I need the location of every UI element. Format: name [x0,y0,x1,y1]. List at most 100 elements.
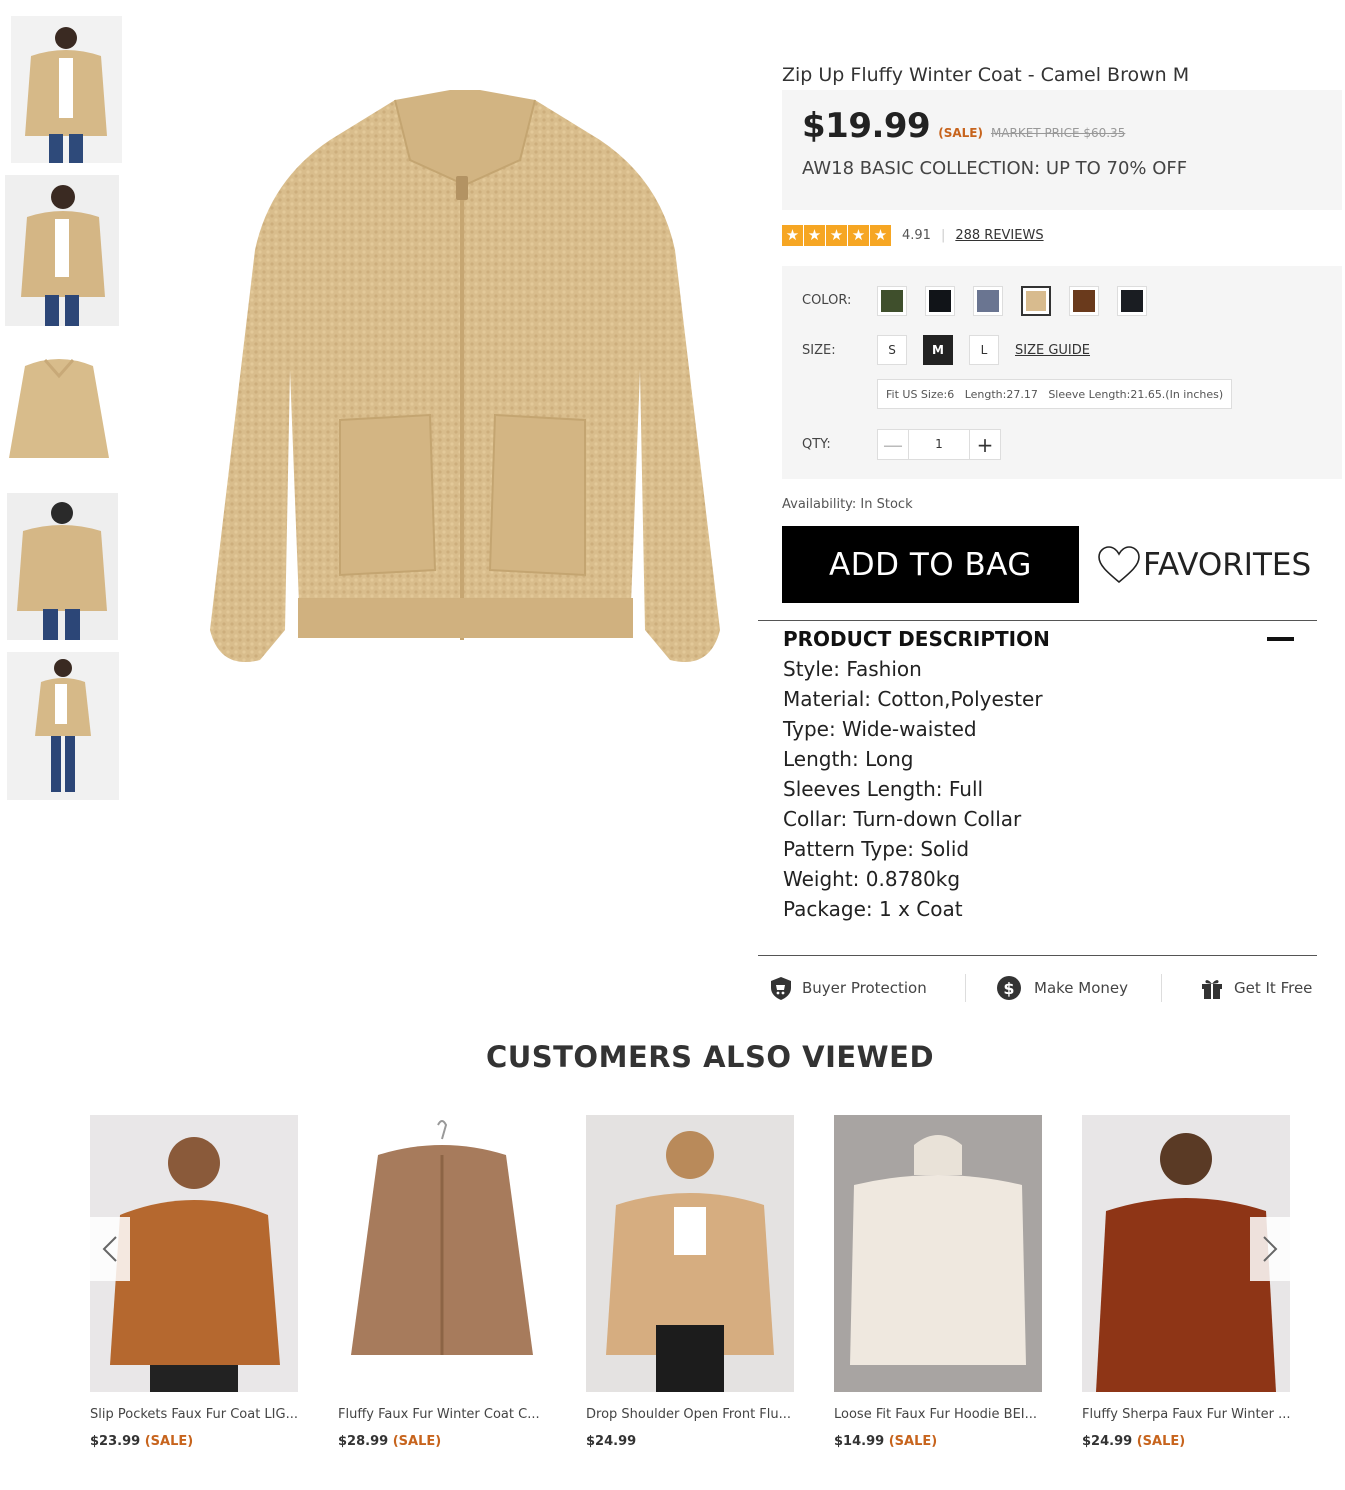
heart-icon [1098,545,1140,583]
size-label: SIZE: [802,343,836,358]
product-card-image[interactable] [586,1115,794,1392]
price-value: $24.99 [1082,1434,1133,1449]
color-label: COLOR: [802,293,852,308]
add-to-bag-button[interactable]: ADD TO BAG [782,526,1079,603]
color-swatch[interactable] [1021,286,1051,316]
product-description: PRODUCT DESCRIPTION Style: Fashion Mater… [758,620,1317,956]
rating-value: 4.91 [902,227,931,243]
thumbnail-1[interactable] [11,16,122,163]
market-price: MARKET PRICE $60.35 [990,126,1126,140]
star-icon: ★ [826,224,847,246]
product-card-name[interactable]: Fluffy Faux Fur Winter Coat C... [338,1407,546,1422]
color-swatch[interactable] [973,286,1003,316]
color-swatch-fill [1073,290,1095,312]
product-card-name[interactable]: Slip Pockets Faux Fur Coat LIG... [90,1407,298,1422]
price-value: $14.99 [834,1434,885,1449]
promo-text: AW18 BASIC COLLECTION: UP TO 70% OFF [802,158,1188,179]
description-title: PRODUCT DESCRIPTION [783,627,1050,651]
buyer-protection-link[interactable]: Buyer Protection [768,975,965,1001]
price-value: $23.99 [90,1434,141,1449]
qty-label: QTY: [802,437,831,452]
carousel-prev-button[interactable] [90,1217,130,1281]
star-icon: ★ [782,224,803,246]
product-info: Zip Up Fluffy Winter Coat - Camel Brown … [782,60,1344,603]
price-value: $24.99 [586,1434,637,1449]
description-line: Weight: 0.8780kg [783,867,961,891]
color-swatch[interactable] [1117,286,1147,316]
product-card[interactable]: Slip Pockets Faux Fur Coat LIG... $23.99… [90,1115,298,1449]
star-icon: ★ [804,224,825,246]
product-card-price: $24.99 (SALE) [1082,1434,1290,1449]
thumbnail-2[interactable] [5,175,119,326]
qty-decrease-button[interactable]: — [878,430,908,459]
svg-text:$: $ [1003,979,1014,998]
carousel-next-button[interactable] [1250,1217,1290,1281]
collapse-icon[interactable] [1267,637,1294,641]
shield-cart-icon [771,977,791,1000]
size-guide-link[interactable]: SIZE GUIDE [1015,343,1090,358]
product-card[interactable]: Loose Fit Faux Fur Hoodie BEI... $14.99 … [834,1115,1042,1449]
options-panel: COLOR: SIZE: S M L SIZE GUIDE Fit US Siz… [782,266,1342,479]
product-card[interactable]: Fluffy Sherpa Faux Fur Winter ... $24.99… [1082,1115,1290,1449]
product-card-name[interactable]: Drop Shoulder Open Front Flu... [586,1407,794,1422]
favorites-button[interactable]: FAVORITES [1097,545,1311,585]
product-card-price: $23.99 (SALE) [90,1434,298,1449]
product-card-image[interactable] [338,1115,546,1392]
product-card-price: $28.99 (SALE) [338,1434,546,1449]
make-money-label: Make Money [1034,979,1129,997]
chevron-right-icon [1263,1236,1278,1262]
star-icon: ★ [870,224,891,246]
size-option-m[interactable]: M [923,335,953,365]
gift-icon [1202,980,1222,999]
dollar-icon: $ [997,976,1021,1000]
size-option-s[interactable]: S [877,335,907,365]
description-line: Length: Long [783,747,914,771]
color-swatch[interactable] [877,286,907,316]
fit-info: Fit US Size:6 Length:27.17 Sleeve Length… [877,379,1233,409]
star-rating: ★ ★ ★ ★ ★ [782,224,892,246]
main-product-image [190,70,740,690]
qty-increase-button[interactable]: + [970,430,1000,459]
sale-tag: (SALE) [144,1434,194,1449]
availability: Availability: In Stock [782,497,913,512]
color-swatch-fill [977,290,999,312]
description-line: Type: Wide-waisted [783,717,977,741]
thumbnail-3[interactable] [7,346,111,470]
product-card[interactable]: Drop Shoulder Open Front Flu... $24.99 [586,1115,794,1449]
price-box: $19.99 (SALE) MARKET PRICE $60.35 AW18 B… [782,90,1342,210]
color-swatch-fill [881,290,903,312]
buyer-protection-label: Buyer Protection [802,979,927,997]
color-swatch[interactable] [1069,286,1099,316]
product-card[interactable]: Fluffy Faux Fur Winter Coat C... $28.99 … [338,1115,546,1449]
description-line: Package: 1 x Coat [783,897,963,921]
perks-bar: Buyer Protection $ Make Money Get It Fre… [768,970,1318,1006]
sale-tag: (SALE) [392,1434,442,1449]
make-money-link[interactable]: $ Make Money [966,975,1161,1001]
star-icon: ★ [848,224,869,246]
product-title: Zip Up Fluffy Winter Coat - Camel Brown … [782,64,1190,86]
product-card-price: $24.99 [586,1434,794,1449]
description-line: Pattern Type: Solid [783,837,970,861]
thumbnail-4[interactable] [7,493,118,640]
description-line: Material: Cotton,Polyester [783,687,1043,711]
get-it-free-link[interactable]: Get It Free [1162,976,1312,1000]
sale-tag: (SALE) [938,126,983,140]
product-card-name[interactable]: Fluffy Sherpa Faux Fur Winter ... [1082,1407,1290,1422]
color-swatches [877,286,1165,316]
quantity-stepper: — 1 + [877,429,1001,460]
price-value: $28.99 [338,1434,389,1449]
description-line: Collar: Turn-down Collar [783,807,1022,831]
thumbnail-5[interactable] [7,652,119,800]
product-card-name[interactable]: Loose Fit Faux Fur Hoodie BEI... [834,1407,1042,1422]
actions-row: ADD TO BAG FAVORITES [782,526,1344,603]
color-swatch-fill [1121,290,1143,312]
reviews-link[interactable]: 288 REVIEWS [955,228,1043,243]
product-card-image[interactable] [834,1115,1042,1392]
chevron-left-icon [102,1236,117,1262]
color-swatch[interactable] [925,286,955,316]
divider: | [940,227,946,243]
qty-input[interactable]: 1 [908,430,970,459]
size-option-l[interactable]: L [969,335,999,365]
price: $19.99 [802,106,931,146]
favorites-label: FAVORITES [1143,546,1312,583]
